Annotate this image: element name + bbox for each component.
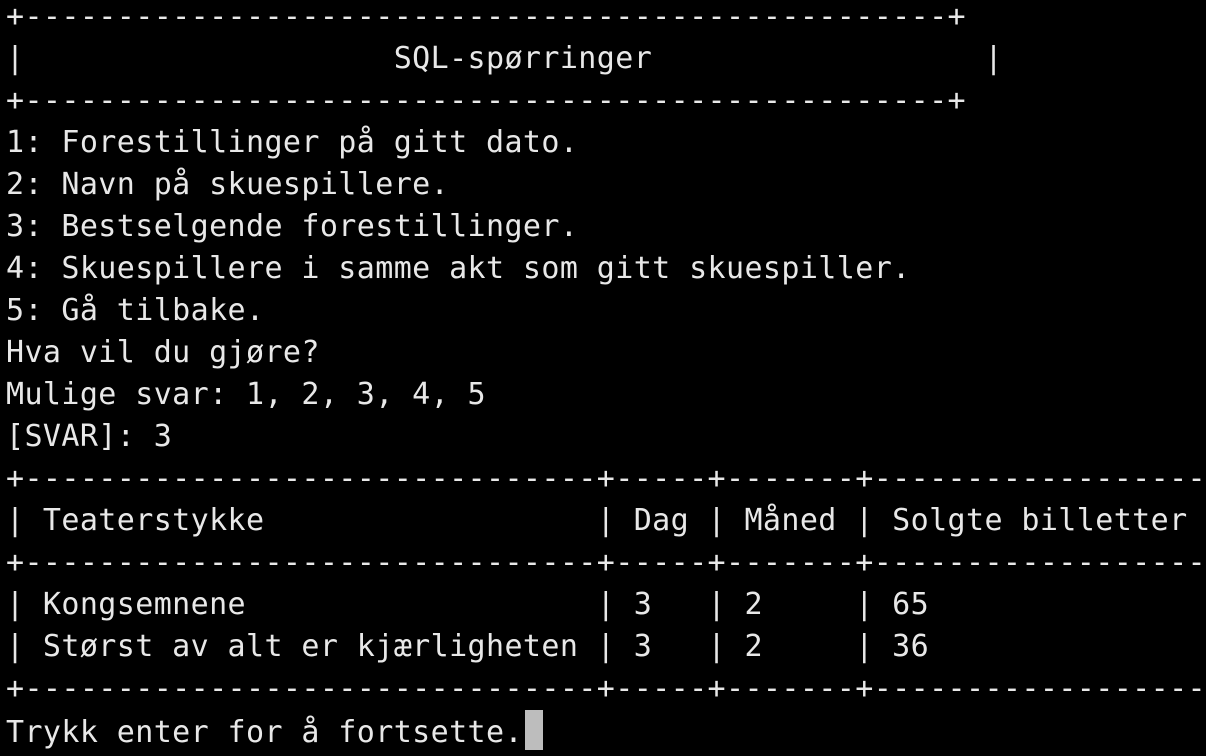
header-border-top: +---------------------------------------… (6, 0, 966, 34)
menu-item-1: 1: Forestillinger på gitt dato. (6, 125, 579, 160)
header-border-bottom: +---------------------------------------… (6, 83, 966, 118)
menu-item-3: 3: Bestselgende forestillinger. (6, 209, 579, 244)
menu-item-2: 2: Navn på skuespillere. (6, 167, 450, 202)
text-cursor (524, 710, 543, 750)
table-border-top: +-------------------------------+-----+-… (6, 461, 1206, 496)
menu-item-4: 4: Skuespillere i samme akt som gitt sku… (6, 251, 911, 286)
table-border-mid: +-------------------------------+-----+-… (6, 545, 1206, 580)
table-row: | Kongsemnene | 3 | 2 | 65 | (6, 587, 1206, 622)
menu-options: Mulige svar: 1, 2, 3, 4, 5 (6, 377, 486, 412)
menu-answer: [SVAR]: 3 (6, 419, 173, 454)
menu-item-5: 5: Gå tilbake. (6, 293, 265, 328)
header-title-row: | SQL-spørringer | (6, 41, 1003, 76)
menu-question: Hva vil du gjøre? (6, 335, 320, 370)
terminal-window[interactable]: +---------------------------------------… (0, 0, 1206, 756)
table-row: | Størst av alt er kjærligheten | 3 | 2 … (6, 629, 1206, 664)
table-header-row: | Teaterstykke | Dag | Måned | Solgte bi… (6, 503, 1206, 538)
continue-prompt-text: Trykk enter for å fortsette. (6, 715, 523, 750)
table-border-bottom: +-------------------------------+-----+-… (6, 671, 1206, 706)
continue-prompt-line[interactable]: Trykk enter for å fortsette. (6, 710, 543, 752)
